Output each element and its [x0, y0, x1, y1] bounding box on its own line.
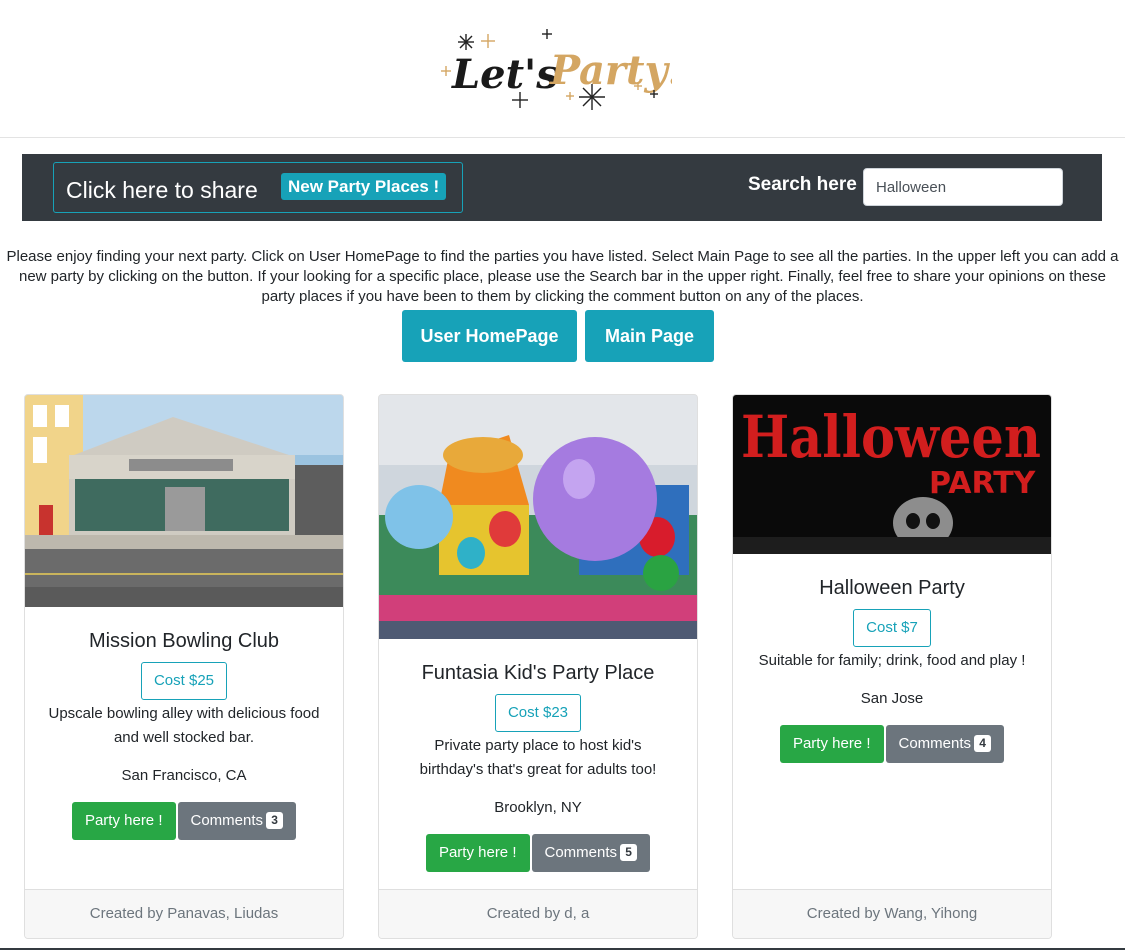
funtasia-photo [379, 395, 697, 639]
cost-badge: Cost $25 [140, 662, 228, 700]
card-description: Suitable for family; drink, food and pla… [758, 652, 1026, 669]
comments-label: Comments [898, 735, 972, 752]
share-new-party-button[interactable]: Click here to share New Party Places ! [53, 162, 463, 213]
share-text: Click here to share [66, 177, 258, 203]
svg-text:Let's: Let's [451, 51, 559, 98]
card-title: Halloween Party [819, 577, 965, 599]
card-body: Halloween Party Cost $7 Suitable for fam… [733, 576, 1051, 763]
card-location: San Francisco, CA [121, 767, 247, 784]
party-here-button[interactable]: Party here ! [71, 802, 176, 840]
card-description: Private party place to host kid's birthd… [419, 737, 657, 778]
comment-count-badge: 3 [266, 812, 284, 829]
search-input[interactable] [863, 168, 1063, 206]
card-footer: Created by Panavas, Liudas [25, 889, 343, 938]
svg-text:Halloween: Halloween [741, 403, 1041, 471]
new-party-places-badge[interactable]: New Party Places ! [281, 173, 447, 200]
user-homepage-button[interactable]: User HomePage [402, 310, 577, 362]
card-actions: Party here ! Comments 4 [733, 725, 1051, 763]
party-here-button[interactable]: Party here ! [425, 834, 530, 872]
card-body: Funtasia Kid's Party Place Cost $23 Priv… [379, 661, 697, 872]
bowling-club-photo [25, 395, 343, 607]
comments-label: Comments [190, 812, 264, 829]
comment-count-badge: 5 [620, 844, 638, 861]
comments-label: Comments [544, 844, 618, 861]
party-card: Halloween PARTY Halloween Party Cost $7 … [732, 394, 1052, 939]
comment-count-badge: 4 [974, 735, 992, 752]
lets-party-logo[interactable]: Let's Party! [440, 26, 685, 114]
cost-badge: Cost $23 [494, 694, 582, 732]
card-body: Mission Bowling Club Cost $25 Upscale bo… [25, 629, 343, 840]
search-label: Search here [748, 174, 857, 195]
cost-badge: Cost $7 [853, 609, 931, 647]
card-title: Mission Bowling Club [88, 630, 280, 652]
party-here-button[interactable]: Party here ! [779, 725, 884, 763]
intro-text: Please enjoy finding your next party. Cl… [6, 248, 1119, 305]
party-card: Funtasia Kid's Party Place Cost $23 Priv… [378, 394, 698, 939]
card-location: San Jose [860, 690, 924, 707]
card-actions: Party here ! Comments 5 [379, 834, 697, 872]
card-location: Brooklyn, NY [494, 799, 582, 816]
top-navbar: Click here to share New Party Places ! S… [22, 154, 1102, 221]
card-title: Funtasia Kid's Party Place [421, 662, 655, 684]
comments-button[interactable]: Comments 4 [885, 725, 1005, 763]
card-actions: Party here ! Comments 3 [25, 802, 343, 840]
main-page-button[interactable]: Main Page [585, 310, 714, 362]
card-description: Upscale bowling alley with delicious foo… [48, 705, 320, 746]
svg-text:Party!: Party! [549, 47, 672, 94]
card-footer: Created by Wang, Yihong [733, 889, 1051, 938]
halloween-photo: Halloween PARTY [733, 395, 1051, 554]
comments-button[interactable]: Comments 3 [177, 802, 297, 840]
comments-button[interactable]: Comments 5 [531, 834, 651, 872]
site-header: Let's Party! [0, 0, 1125, 138]
card-footer: Created by d, a [379, 889, 697, 938]
svg-text:PARTY: PARTY [929, 466, 1037, 501]
party-card: Mission Bowling Club Cost $25 Upscale bo… [24, 394, 344, 939]
